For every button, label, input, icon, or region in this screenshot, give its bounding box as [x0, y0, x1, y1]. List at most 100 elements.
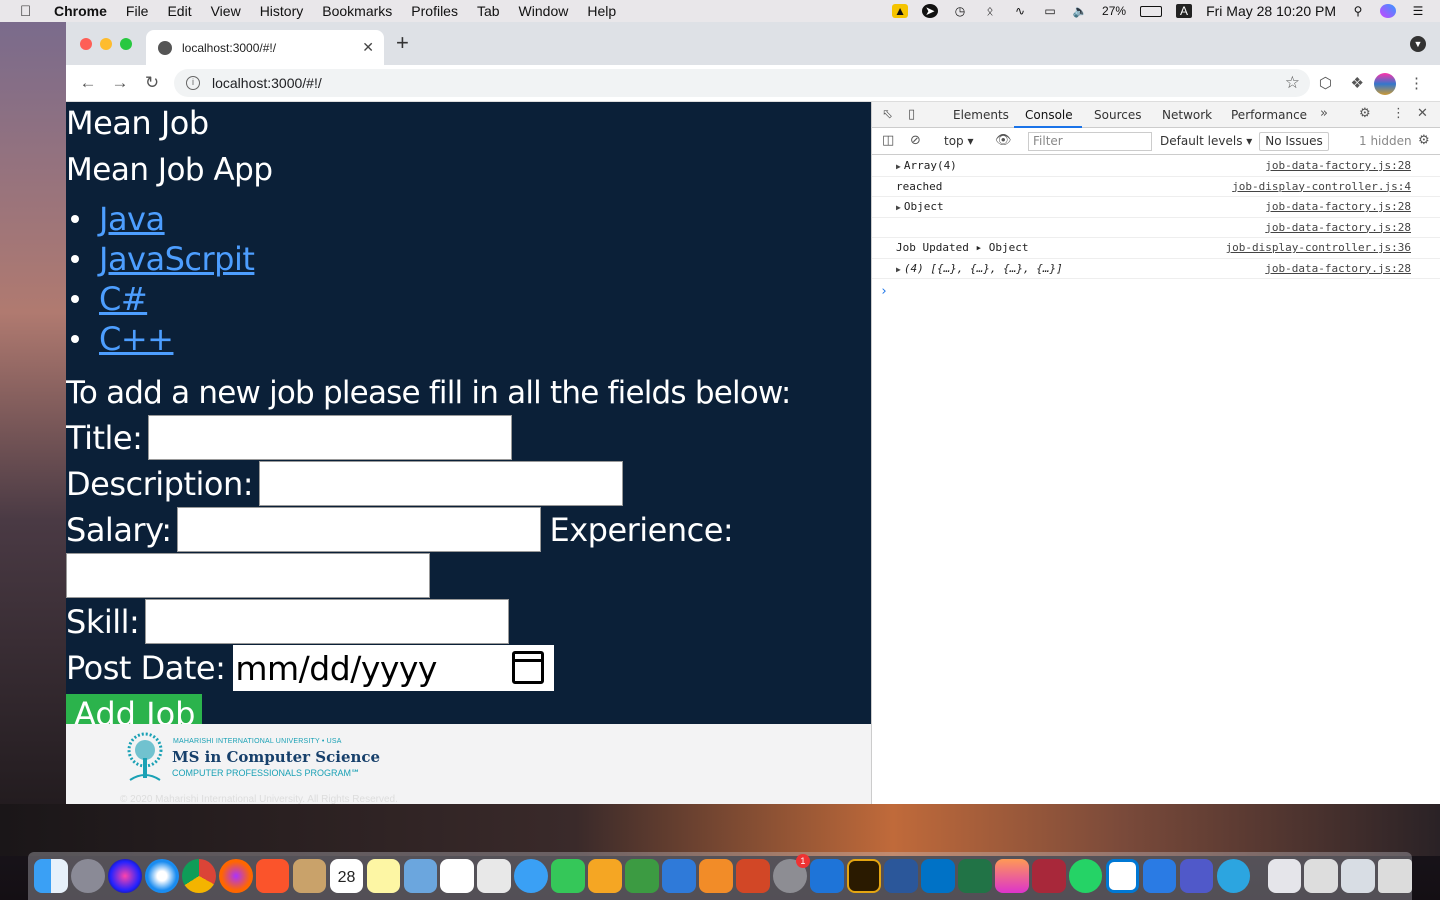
settings-gear-icon[interactable]: ⚙ [1359, 106, 1371, 121]
wifi-icon[interactable]: ∿ [1012, 4, 1028, 18]
keynote-icon[interactable] [662, 859, 696, 893]
context-selector[interactable]: top ▾ [944, 134, 974, 148]
menu-history[interactable]: History [260, 3, 304, 19]
menu-edit[interactable]: Edit [167, 3, 191, 19]
system-preferences-icon[interactable]: 1 [773, 854, 810, 893]
devtools-menu-icon[interactable]: ⋮ [1392, 106, 1405, 121]
menu-bookmarks[interactable]: Bookmarks [322, 3, 392, 19]
reload-icon[interactable]: ↻ [138, 73, 166, 93]
airplay-icon[interactable]: ▭ [1042, 4, 1058, 18]
source-link[interactable]: job-data-factory.js:28 [1265, 156, 1411, 176]
menu-tab[interactable]: Tab [477, 3, 500, 19]
close-tab-icon[interactable]: ✕ [362, 39, 374, 56]
menu-profiles[interactable]: Profiles [411, 3, 458, 19]
console-settings-gear-icon[interactable]: ⚙ [1418, 133, 1430, 148]
clock[interactable]: Fri May 28 10:20 PM [1206, 3, 1336, 19]
facetime-icon[interactable] [551, 859, 586, 893]
menu-window[interactable]: Window [519, 3, 569, 19]
job-link-cpp[interactable]: C++ [99, 320, 174, 358]
live-expression-eye-icon[interactable]: 👁 [995, 133, 1012, 148]
job-link-java[interactable]: Java [99, 200, 165, 238]
source-link[interactable]: job-data-factory.js:28 [1265, 197, 1411, 217]
menu-file[interactable]: File [126, 3, 149, 19]
salary-input[interactable] [177, 507, 542, 552]
firefox-icon[interactable] [218, 859, 253, 893]
close-window-button[interactable] [80, 38, 92, 50]
brave-icon[interactable] [255, 859, 290, 893]
log-levels-dropdown[interactable]: Default levels ▾ [1160, 134, 1252, 148]
add-job-button[interactable]: Add Job [66, 694, 202, 724]
pages-icon[interactable] [588, 859, 623, 893]
window-thumbnail-icon[interactable] [1341, 859, 1376, 893]
trash-icon[interactable] [1378, 859, 1413, 893]
photos-icon[interactable] [477, 859, 512, 893]
minimize-window-button[interactable] [100, 38, 112, 50]
address-bar[interactable]: i localhost:3000/#!/ ☆ [174, 69, 1310, 97]
console-message[interactable]: job-data-factory.js:28 [872, 218, 1440, 238]
contacts-icon[interactable] [292, 859, 327, 893]
console-filter-input[interactable]: Filter [1028, 132, 1152, 151]
launchpad-icon[interactable] [70, 859, 105, 893]
tab-sources[interactable]: Sources [1094, 108, 1141, 122]
clear-console-icon[interactable]: ⊘ [910, 133, 921, 148]
description-input[interactable] [259, 461, 624, 506]
time-machine-icon[interactable]: ◷ [952, 4, 968, 18]
menu-help[interactable]: Help [587, 3, 616, 19]
finder-icon[interactable] [34, 859, 68, 893]
calendar-icon[interactable] [512, 651, 545, 684]
music-icon[interactable] [994, 859, 1029, 893]
source-link[interactable]: job-display-controller.js:36 [1226, 238, 1411, 258]
outlook-icon[interactable] [920, 859, 955, 893]
source-link[interactable]: job-data-factory.js:28 [1265, 259, 1411, 279]
inspect-element-icon[interactable]: ⬁ [882, 107, 893, 122]
device-toolbar-icon[interactable]: ▯ [908, 107, 915, 122]
tab-network[interactable]: Network [1162, 108, 1212, 122]
expand-triangle-icon[interactable]: ▶ [896, 203, 901, 212]
notes-icon[interactable] [366, 859, 401, 893]
dictionary-icon[interactable] [1031, 859, 1066, 893]
spotlight-search-icon[interactable]: ⚲ [1350, 4, 1366, 18]
reminders-icon[interactable] [440, 859, 475, 893]
title-input[interactable] [148, 415, 513, 460]
tab-elements[interactable]: Elements [953, 108, 1009, 122]
siri-icon[interactable] [107, 859, 142, 893]
expand-triangle-icon[interactable]: ▶ [896, 162, 901, 171]
powerpoint-icon[interactable] [736, 859, 770, 893]
bluetooth-icon[interactable]: ᛟ [982, 4, 998, 18]
console-prompt-icon[interactable]: › [880, 284, 888, 299]
messages-icon[interactable] [514, 859, 549, 893]
site-info-icon[interactable]: i [186, 76, 200, 90]
console-message[interactable]: Job Updated ▸ Object job-display-controll… [872, 238, 1440, 259]
job-link-csharp[interactable]: C# [99, 280, 148, 318]
extension-cube-icon[interactable]: ⬡ [1319, 74, 1332, 92]
job-link-javascript[interactable]: JavaScrpit [99, 240, 255, 278]
screenshot-thumbnail-icon[interactable] [1304, 859, 1339, 893]
console-message[interactable]: ▶ (4) [{…}, {…}, {…}, {…}] job-data-factor… [872, 259, 1440, 279]
expand-triangle-icon[interactable]: ▶ [896, 265, 901, 274]
forward-icon[interactable]: → [106, 73, 134, 93]
zoom-window-button[interactable] [120, 38, 132, 50]
safari-icon[interactable] [144, 859, 179, 893]
word-icon[interactable] [883, 859, 918, 893]
numbers-icon[interactable] [625, 859, 660, 893]
chrome-icon[interactable] [181, 859, 216, 893]
tab-search-icon[interactable]: ▼ [1410, 36, 1426, 52]
transporter-icon[interactable] [1142, 859, 1177, 893]
menu-app-name[interactable]: Chrome [54, 3, 107, 19]
tab-console[interactable]: Console [1025, 108, 1073, 122]
compass-icon[interactable]: ➤ [922, 4, 939, 18]
source-link[interactable]: job-data-factory.js:28 [1265, 218, 1411, 238]
bookmark-star-icon[interactable]: ☆ [1285, 73, 1300, 93]
whatsapp-icon[interactable] [1068, 859, 1103, 893]
input-source-icon[interactable]: A [1176, 4, 1193, 18]
console-message[interactable]: ▶ Object job-data-factory.js:28 [872, 197, 1440, 218]
apple-icon[interactable]:  [20, 3, 38, 20]
extensions-puzzle-icon[interactable]: ❖ [1351, 74, 1364, 92]
more-tabs-icon[interactable]: » [1320, 106, 1328, 121]
skill-input[interactable] [145, 599, 510, 644]
new-tab-icon[interactable]: + [396, 32, 409, 54]
issues-button[interactable]: No Issues [1259, 132, 1329, 151]
downloads-folder-icon[interactable] [1267, 859, 1302, 893]
norton-icon[interactable]: ▲ [892, 4, 909, 18]
vscode-icon[interactable] [1105, 859, 1140, 893]
